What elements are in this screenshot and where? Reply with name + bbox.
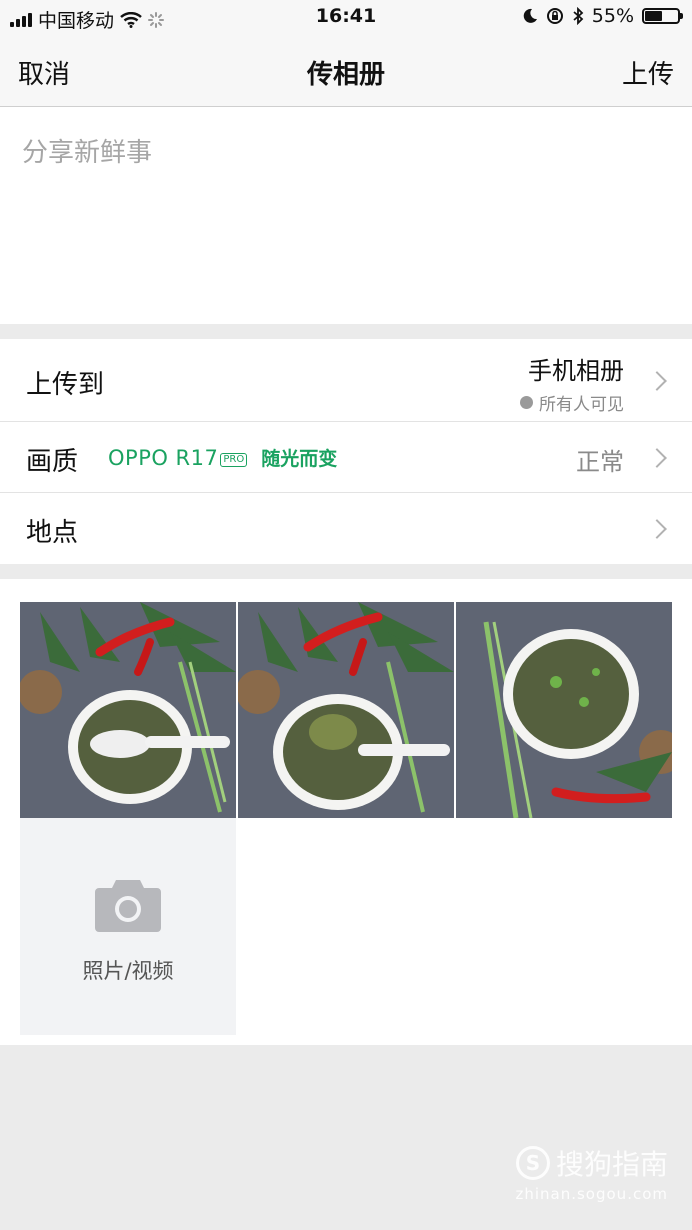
status-bar: 中国移动 16:41 55% bbox=[0, 0, 692, 36]
compose-area bbox=[0, 107, 692, 324]
battery-level bbox=[645, 11, 662, 21]
quality-value: 正常 bbox=[576, 448, 624, 476]
visibility-info: 所有人可见 bbox=[520, 390, 624, 415]
nav-bar: 取消 传相册 上传 bbox=[0, 36, 692, 107]
watermark-url: zhinan.sogou.com bbox=[515, 1185, 668, 1203]
promo-badge: PRO bbox=[220, 452, 248, 467]
photo-thumbnail[interactable] bbox=[456, 602, 672, 818]
promo-banner[interactable]: OPPO R17 PRO 随光而变 bbox=[108, 444, 337, 471]
quality-row[interactable]: 画质 OPPO R17 PRO 随光而变 正常 bbox=[0, 422, 692, 493]
chevron-right-icon bbox=[647, 448, 667, 468]
orientation-lock-icon bbox=[546, 8, 563, 24]
watermark-title: S 搜狗指南 bbox=[515, 1143, 668, 1183]
cancel-button[interactable]: 取消 bbox=[18, 54, 70, 91]
quality-label: 画质 bbox=[26, 447, 79, 477]
upload-button[interactable]: 上传 bbox=[622, 54, 674, 91]
watermark-text: 搜狗指南 bbox=[555, 1148, 668, 1181]
globe-icon bbox=[520, 396, 533, 409]
upload-destination-row[interactable]: 上传到 手机相册 所有人可见 bbox=[0, 339, 692, 422]
share-text-input[interactable] bbox=[22, 133, 662, 173]
battery-icon bbox=[642, 8, 683, 24]
chevron-right-icon bbox=[647, 371, 667, 391]
sogou-logo-icon: S bbox=[515, 1146, 550, 1180]
promo-slogan: 随光而变 bbox=[261, 448, 338, 470]
bluetooth-icon bbox=[573, 7, 584, 25]
status-right: 55% bbox=[522, 5, 683, 27]
location-label: 地点 bbox=[26, 518, 79, 548]
location-row[interactable]: 地点 bbox=[0, 493, 692, 564]
photo-grid: 照片/视频 bbox=[0, 579, 692, 1045]
upload-to-label: 上传到 bbox=[26, 370, 105, 400]
add-photo-label: 照片/视频 bbox=[82, 959, 174, 983]
photo-thumbnail[interactable] bbox=[238, 602, 454, 818]
chevron-right-icon bbox=[647, 519, 667, 539]
photo-thumbnail[interactable] bbox=[20, 602, 236, 818]
upload-destination: 手机相册 所有人可见 bbox=[520, 351, 624, 415]
camera-icon bbox=[95, 880, 161, 932]
battery-percent: 55% bbox=[591, 5, 634, 27]
moon-icon bbox=[523, 8, 537, 23]
visibility-label: 所有人可见 bbox=[539, 395, 624, 415]
promo-brand: OPPO R17 bbox=[108, 445, 219, 470]
settings-list: 上传到 手机相册 所有人可见 画质 OPPO R17 PRO 随光而变 正常 地… bbox=[0, 339, 692, 564]
album-name: 手机相册 bbox=[528, 357, 624, 385]
page-title: 传相册 bbox=[306, 60, 385, 90]
add-photo-button[interactable]: 照片/视频 bbox=[20, 818, 236, 1035]
watermark: S 搜狗指南 zhinan.sogou.com bbox=[515, 1143, 668, 1203]
